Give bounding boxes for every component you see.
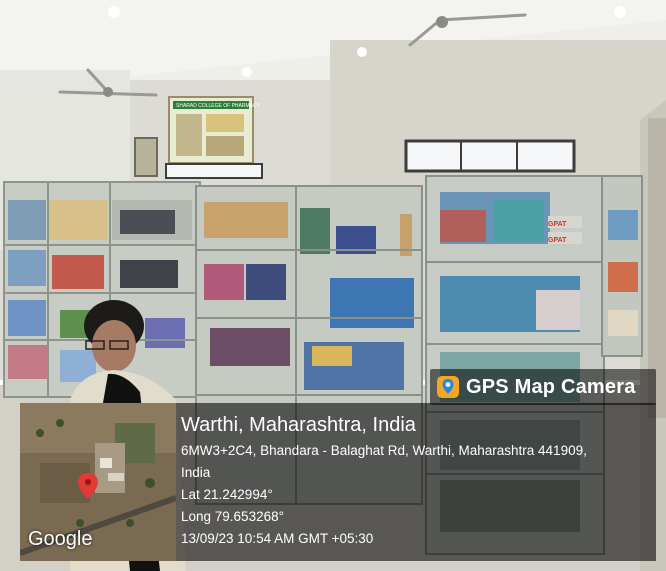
ceiling-light bbox=[108, 6, 120, 18]
library-photo: GPAT GPAT SHARAD COLLEGE OF PHARMACY GPS… bbox=[0, 0, 666, 571]
window bbox=[165, 163, 263, 179]
address-line-2: India bbox=[181, 465, 211, 480]
gps-map-camera-label: GPS Map Camera bbox=[466, 375, 636, 398]
latitude: Lat 21.242994° bbox=[181, 487, 273, 502]
address-line-1: 6MW3+2C4, Bhandara - Balaghat Rd, Warthi… bbox=[181, 443, 587, 458]
book-label: GPAT bbox=[548, 221, 567, 228]
gps-map-camera-badge: GPS Map Camera bbox=[430, 369, 656, 405]
ceiling-light bbox=[357, 47, 367, 57]
satellite-minimap: Google bbox=[20, 403, 176, 561]
google-logo: Google bbox=[28, 528, 93, 550]
wall-portrait bbox=[134, 137, 158, 177]
ceiling-light bbox=[242, 67, 252, 77]
window bbox=[404, 139, 576, 173]
longitude: Long 79.653268° bbox=[181, 509, 284, 524]
timestamp: 13/09/23 10:54 AM GMT +05:30 bbox=[181, 531, 374, 546]
location-info: Warthi, Maharashtra, India 6MW3+2C4, Bha… bbox=[181, 412, 646, 550]
poster-title: SHARAD COLLEGE OF PHARMACY bbox=[176, 103, 261, 109]
book-label: GPAT bbox=[548, 237, 567, 244]
ceiling-light bbox=[614, 6, 626, 18]
map-pin-camera-icon bbox=[436, 375, 460, 399]
location-title: Warthi, Maharashtra, India bbox=[181, 414, 416, 436]
